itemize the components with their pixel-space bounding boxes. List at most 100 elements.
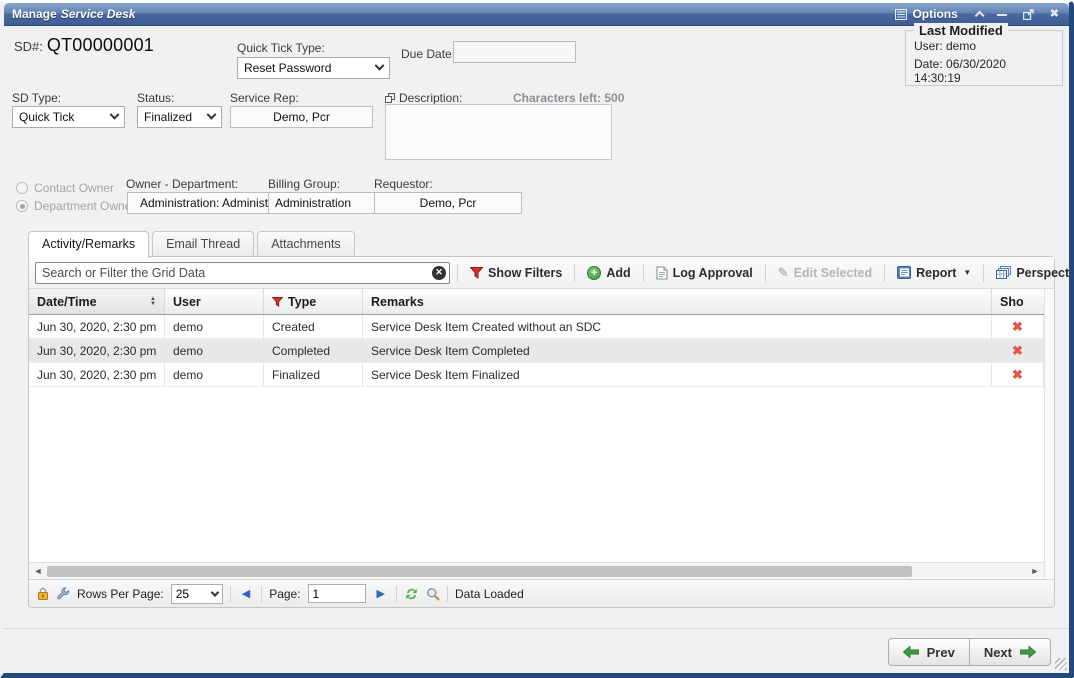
pencil-icon: ✎ (778, 265, 789, 281)
grid-row-1[interactable]: Jun 30, 2020, 2:30 pm demo Created Servi… (29, 315, 1044, 339)
options-list-icon (895, 9, 907, 20)
minimize-icon (997, 14, 1007, 16)
rows-per-page-label: Rows Per Page: (77, 587, 164, 601)
popout-icon[interactable] (385, 93, 395, 103)
chevron-down-icon (207, 109, 217, 119)
delete-row-icon[interactable]: ✖ (992, 363, 1044, 387)
lock-icon[interactable] (37, 587, 49, 600)
column-header-datetime[interactable]: Date/Time ▲▼ (29, 289, 165, 314)
cell-datetime: Jun 30, 2020, 2:30 pm (29, 315, 165, 339)
cell-type: Created (264, 315, 363, 339)
department-owner-label: Department Owner (34, 199, 135, 213)
chevron-up-icon (974, 10, 984, 20)
description-textarea[interactable] (385, 104, 612, 160)
scroll-right-icon[interactable]: ► (1028, 566, 1042, 576)
popout-button[interactable] (1023, 9, 1034, 20)
status-text: Data Loaded (455, 587, 524, 601)
page-number-input[interactable] (308, 584, 366, 603)
sd-number-row: SD#: QT00000001 (14, 35, 154, 56)
perspectives-icon (996, 266, 1011, 279)
collapse-button[interactable] (974, 9, 981, 20)
quick-tick-type-select[interactable]: Reset Password (237, 57, 390, 79)
previous-page-icon[interactable]: ◀ (238, 587, 254, 600)
grid-pager: Rows Per Page: 25 ◀ Page: ▶ Data Loaded (29, 579, 1054, 607)
report-button[interactable]: Report ▼ (892, 264, 976, 282)
titlebar: ManageService Desk Options ✖ (4, 3, 1069, 26)
dialog-content: SD#: QT00000001 Quick Tick Type: Reset P… (4, 26, 1069, 672)
filter-funnel-icon (470, 267, 483, 279)
status-select[interactable]: Finalized (137, 106, 222, 128)
refresh-icon[interactable] (404, 587, 419, 601)
next-button[interactable]: Next (969, 638, 1051, 666)
add-button[interactable]: + Add (582, 264, 635, 282)
rows-per-page-value: 25 (176, 587, 189, 601)
perspectives-button[interactable]: Perspectives ▼ (991, 264, 1074, 282)
sd-number-label: SD#: (14, 39, 43, 54)
sort-icon: ▲▼ (150, 297, 156, 307)
sd-number-value: QT00000001 (47, 35, 154, 56)
scroll-left-icon[interactable]: ◄ (31, 566, 45, 576)
wrench-icon[interactable] (56, 587, 70, 601)
contact-owner-radio: Contact Owner (16, 181, 114, 195)
prev-button[interactable]: Prev (888, 638, 970, 666)
manage-service-desk-window: ManageService Desk Options ✖ SD#: QT0000… (0, 0, 1074, 678)
delete-row-icon[interactable]: ✖ (992, 315, 1044, 339)
column-header-show[interactable]: Sho (992, 289, 1044, 314)
requestor-field: Demo, Pcr (374, 192, 522, 214)
search-input[interactable] (35, 262, 450, 284)
grid-vertical-scrollbar[interactable] (1044, 289, 1054, 579)
requestor-value: Demo, Pcr (420, 196, 477, 210)
magnifier-icon[interactable] (426, 587, 440, 601)
cell-type: Finalized (264, 363, 363, 387)
options-label: Options (912, 7, 957, 21)
footer-divider (4, 628, 1069, 629)
grid-empty-area (29, 387, 1044, 562)
cell-type: Completed (264, 339, 363, 363)
close-icon: ✖ (1050, 8, 1059, 20)
hscroll-thumb[interactable] (47, 566, 912, 577)
show-filters-button[interactable]: Show Filters (465, 264, 567, 282)
close-button[interactable]: ✖ (1050, 9, 1059, 20)
tab-activity-remarks[interactable]: Activity/Remarks (28, 231, 149, 258)
owner-department-label: Owner - Department: (126, 177, 238, 191)
page-label: Page: (269, 587, 300, 601)
sd-type-select[interactable]: Quick Tick (12, 106, 125, 128)
column-header-remarks[interactable]: Remarks (363, 289, 992, 314)
grid-row-3[interactable]: Jun 30, 2020, 2:30 pm demo Finalized Ser… (29, 363, 1044, 387)
resize-grip[interactable] (1055, 658, 1067, 670)
tab-attachments[interactable]: Attachments (257, 231, 354, 256)
description-label-row: Description: (385, 91, 462, 105)
radio-unselected-icon (16, 182, 28, 194)
cell-remarks: Service Desk Item Finalized (363, 363, 992, 387)
log-approval-button[interactable]: Log Approval (651, 264, 758, 282)
options-button[interactable]: Options (895, 7, 957, 21)
window-title: ManageService Desk (12, 7, 135, 21)
perspectives-label: Perspectives (1016, 266, 1074, 280)
service-rep-value: Demo, Pcr (273, 110, 330, 124)
delete-row-icon[interactable]: ✖ (992, 339, 1044, 363)
edit-selected-label: Edit Selected (794, 266, 873, 280)
due-date-input[interactable] (453, 41, 576, 63)
search-wrapper: ✕ (35, 262, 450, 284)
arrow-right-icon (1020, 646, 1036, 658)
grid-horizontal-scrollbar: ◄ ► (29, 562, 1044, 579)
cell-user: demo (165, 363, 264, 387)
column-header-type[interactable]: Type (264, 289, 363, 314)
next-page-icon[interactable]: ▶ (373, 587, 389, 600)
window-title-emphasis: Service Desk (61, 7, 136, 21)
grid-row-2[interactable]: Jun 30, 2020, 2:30 pm demo Completed Ser… (29, 339, 1044, 363)
last-modified-user: User: demo (914, 39, 1054, 53)
chevron-down-icon (375, 60, 385, 70)
rows-per-page-select[interactable]: 25 (171, 584, 223, 604)
minimize-button[interactable] (997, 9, 1007, 20)
column-header-user[interactable]: User (165, 289, 264, 314)
grid-area: Date/Time ▲▼ User Type (29, 289, 1054, 579)
last-modified-box: Last Modified User: demo Date: 06/30/202… (905, 30, 1063, 86)
cell-datetime: Jun 30, 2020, 2:30 pm (29, 339, 165, 363)
status-label: Status: (137, 91, 174, 105)
clear-search-icon[interactable]: ✕ (432, 266, 446, 280)
report-icon (897, 266, 911, 279)
tab-email-thread[interactable]: Email Thread (152, 231, 254, 256)
owner-department-field: Administration: Administra (127, 192, 275, 214)
chevron-down-icon (110, 109, 120, 119)
